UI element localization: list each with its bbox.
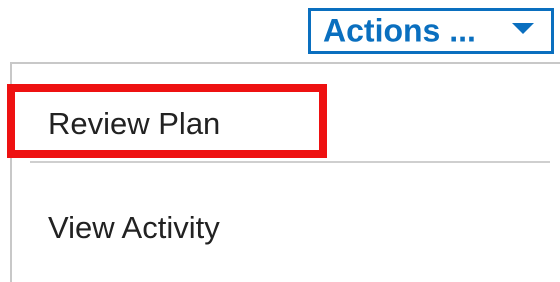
menu-item-label: Review Plan <box>48 106 221 141</box>
menu-item-label: View Activity <box>48 210 220 245</box>
actions-menu-screen: Actions ... Review Plan View Activity <box>0 0 560 282</box>
actions-button-label: Actions ... <box>323 12 476 49</box>
actions-dropdown-button[interactable]: Actions ... <box>308 8 554 54</box>
actions-dropdown-menu: Review Plan View Activity <box>10 62 560 282</box>
menu-item-view-activity[interactable]: View Activity <box>12 184 560 270</box>
menu-divider <box>30 161 550 163</box>
menu-item-review-plan[interactable]: Review Plan <box>12 82 560 168</box>
caret-down-icon <box>512 23 534 34</box>
